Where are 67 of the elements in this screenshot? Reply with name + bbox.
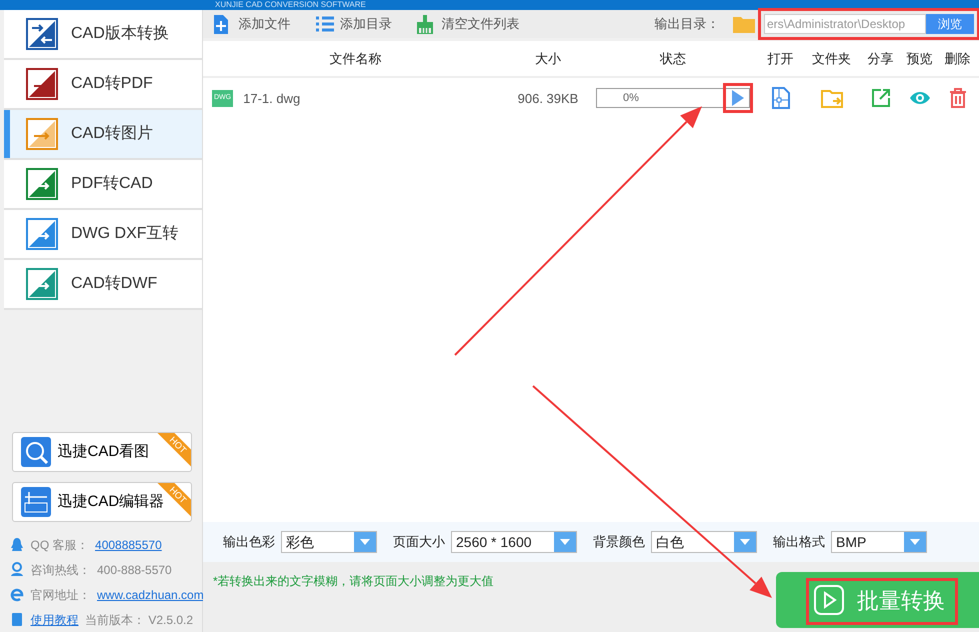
option-label: 输出色彩 [223, 533, 275, 552]
share-button[interactable] [870, 88, 890, 108]
person-icon [10, 562, 24, 577]
open-file-icon [772, 87, 790, 110]
document-icon [26, 68, 58, 100]
column-header: 预览 [906, 50, 934, 68]
toolbar-button[interactable]: 添加目录 [314, 14, 392, 34]
conversion-icon [26, 18, 58, 50]
option-dropdown[interactable]: 2560 * 1600 [451, 531, 577, 553]
option-dropdown[interactable]: BMP [831, 531, 927, 553]
app-subtitle: XUNJIE CAD CONVERSION SOFTWARE [0, 0, 979, 10]
trash-icon [948, 88, 966, 108]
toolbar-button[interactable]: 添加文件 [213, 14, 290, 34]
column-header: 大小 [534, 50, 562, 68]
browser-icon [10, 587, 24, 602]
document-icon [26, 168, 58, 200]
contact-label: QQ 客服： [30, 536, 89, 554]
tutorial-link[interactable]: 使用教程 [30, 610, 78, 628]
folder-button[interactable] [820, 88, 842, 108]
option-label: 输出格式 [773, 533, 825, 552]
option-dropdown[interactable]: 彩色 [281, 531, 377, 553]
sidebar-item[interactable]: CAD版本转换 [4, 10, 202, 60]
sidebar-item[interactable]: CAD转PDF [4, 60, 202, 110]
document-icon [26, 218, 58, 250]
toolbar-button[interactable]: 清空文件列表 [416, 14, 520, 34]
contact-label: 咨询热线： [30, 562, 90, 578]
trash-button[interactable] [948, 88, 966, 108]
share-icon [870, 88, 890, 108]
open-file-button[interactable] [772, 87, 790, 110]
image-icon [26, 118, 58, 150]
sidebar-item[interactable]: CAD转图片 [4, 110, 202, 160]
column-header: 打开 [766, 50, 794, 68]
document-icon [26, 268, 58, 300]
play-icon [732, 90, 744, 106]
caret-icon [910, 539, 920, 545]
file-size: 906. 39KB [516, 90, 580, 108]
contact-link[interactable]: www.cadzhuan.com [97, 586, 204, 604]
column-header: 状态 [658, 50, 687, 68]
sidebar-item[interactable]: PDF转CAD [4, 160, 202, 210]
folder-icon [820, 88, 842, 108]
column-header: 分享 [866, 50, 894, 68]
file-name: 17-1. dwg [243, 90, 300, 108]
broom-icon [416, 14, 435, 34]
hint-text: *若转换出来的文字模糊，请将页面大小调整为更大值 [212, 573, 495, 590]
sidebar-item[interactable]: DWG DXF互转 [4, 210, 202, 260]
play-icon [814, 585, 844, 615]
option-dropdown[interactable]: 白色 [651, 531, 757, 553]
version-text: 当前版本： V2.5.0.2 [85, 612, 194, 628]
progress-text: 0% [622, 91, 640, 106]
column-header: 删除 [944, 50, 972, 68]
editor-icon [21, 487, 51, 517]
column-header: 文件名称 [328, 50, 382, 68]
column-header: 文件夹 [811, 50, 852, 68]
contact-label: 官网地址： [30, 586, 90, 604]
sidebar-item[interactable]: CAD转DWF [4, 260, 202, 310]
play-button[interactable] [732, 90, 744, 106]
caret-icon [360, 539, 370, 545]
folder-icon [732, 15, 754, 33]
caret-icon [740, 539, 750, 545]
contact-value: 400-888-5570 [97, 562, 172, 578]
output-dir-label: 输出目录： [654, 15, 720, 34]
option-label: 页面大小 [393, 533, 445, 552]
list-icon [314, 14, 334, 34]
caret-icon [560, 539, 570, 545]
option-label: 背景颜色 [593, 533, 645, 552]
magnifier-icon [21, 437, 51, 467]
contact-link[interactable]: 4008885570 [95, 536, 162, 554]
